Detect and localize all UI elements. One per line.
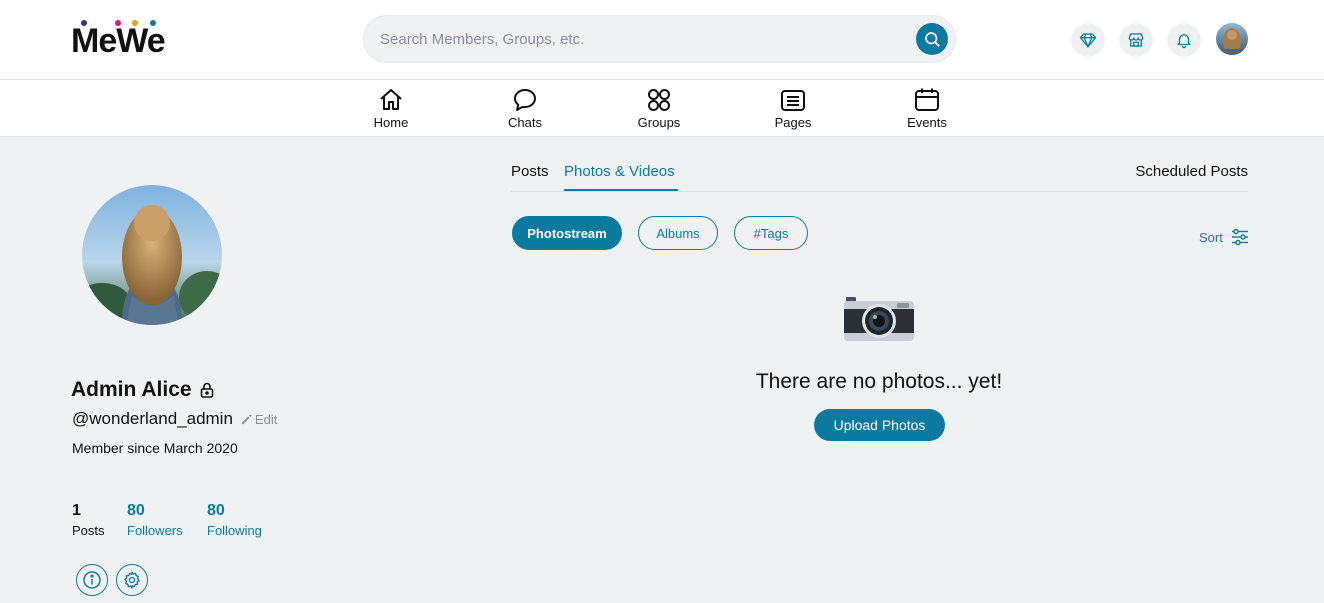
nav-label: Pages xyxy=(774,115,812,130)
active-tab-indicator xyxy=(564,189,678,191)
stat-label: Followers xyxy=(127,523,183,538)
nav-chats[interactable]: Chats xyxy=(485,86,565,132)
nav-label: Chats xyxy=(508,115,542,130)
avatar-image xyxy=(1216,23,1248,55)
search-button[interactable] xyxy=(916,23,948,55)
handle-row: @wonderland_admin Edit xyxy=(72,409,277,429)
member-since: Member since March 2020 xyxy=(72,440,238,456)
stat-following[interactable]: 80 Following xyxy=(207,502,262,538)
pages-icon xyxy=(781,90,805,111)
groups-icon xyxy=(648,89,670,111)
upload-photos-button[interactable]: Upload Photos xyxy=(814,409,945,441)
stat-number: 80 xyxy=(207,502,225,519)
info-button[interactable] xyxy=(76,564,108,596)
chat-bubble-icon xyxy=(514,89,536,111)
profile-image xyxy=(82,185,222,325)
edit-handle-button[interactable]: Edit xyxy=(241,412,277,427)
diamond-icon xyxy=(1079,33,1097,48)
edit-label: Edit xyxy=(254,411,278,427)
nav-label: Groups xyxy=(637,115,681,130)
info-icon xyxy=(83,571,101,589)
chip-photostream[interactable]: Photostream xyxy=(512,216,622,250)
stat-label: Following xyxy=(207,523,262,538)
camera-icon xyxy=(844,297,914,341)
bell-icon xyxy=(1177,34,1191,49)
chip-tags[interactable]: #Tags xyxy=(734,216,808,250)
profile-name: Admin Alice xyxy=(71,378,214,402)
premium-button[interactable] xyxy=(1071,23,1105,57)
chip-albums[interactable]: Albums xyxy=(638,216,718,250)
gear-icon xyxy=(124,571,140,589)
tab-scheduled-posts[interactable]: Scheduled Posts xyxy=(1135,163,1248,180)
user-avatar[interactable] xyxy=(1216,23,1248,55)
home-icon xyxy=(380,89,402,110)
nav-groups[interactable]: Groups xyxy=(619,86,699,132)
nav-label: Events xyxy=(907,115,947,130)
nav-label: Home xyxy=(373,115,409,130)
nav-events[interactable]: Events xyxy=(887,86,967,132)
sliders-icon xyxy=(1231,228,1248,246)
lock-icon xyxy=(200,382,213,398)
calendar-icon xyxy=(915,88,939,111)
settings-button[interactable] xyxy=(116,564,148,596)
profile-name-text: Admin Alice xyxy=(71,378,192,401)
content-tabs: Posts Photos & Videos Scheduled Posts xyxy=(511,160,1248,192)
stat-number: 1 xyxy=(72,502,81,519)
top-header: MeWe xyxy=(0,0,1324,80)
notifications-button[interactable] xyxy=(1167,23,1201,57)
empty-state-message: There are no photos... yet! xyxy=(755,370,1003,393)
sort-button[interactable]: Sort xyxy=(1199,228,1249,246)
stat-label: Posts xyxy=(72,523,105,538)
profile-avatar[interactable] xyxy=(82,185,222,325)
nav-pages[interactable]: Pages xyxy=(753,86,833,132)
tab-posts[interactable]: Posts xyxy=(511,163,549,180)
store-icon xyxy=(1128,33,1144,47)
search-bar xyxy=(363,15,956,63)
stat-number: 80 xyxy=(127,502,145,519)
logo-text: MeWe xyxy=(71,22,166,60)
profile-handle: @wonderland_admin xyxy=(72,409,233,428)
search-icon xyxy=(925,32,940,47)
pencil-icon xyxy=(241,414,252,424)
tab-photos-videos[interactable]: Photos & Videos xyxy=(564,163,675,180)
mewe-logo[interactable]: MeWe xyxy=(71,18,175,60)
nav-home[interactable]: Home xyxy=(351,86,431,132)
sort-label: Sort xyxy=(1199,229,1223,245)
store-button[interactable] xyxy=(1119,23,1153,57)
stat-followers[interactable]: 80 Followers xyxy=(127,502,183,538)
main-nav: Home Chats Groups Pages Events xyxy=(0,80,1324,137)
stat-posts: 1 Posts xyxy=(72,502,105,538)
search-input[interactable] xyxy=(380,16,900,62)
